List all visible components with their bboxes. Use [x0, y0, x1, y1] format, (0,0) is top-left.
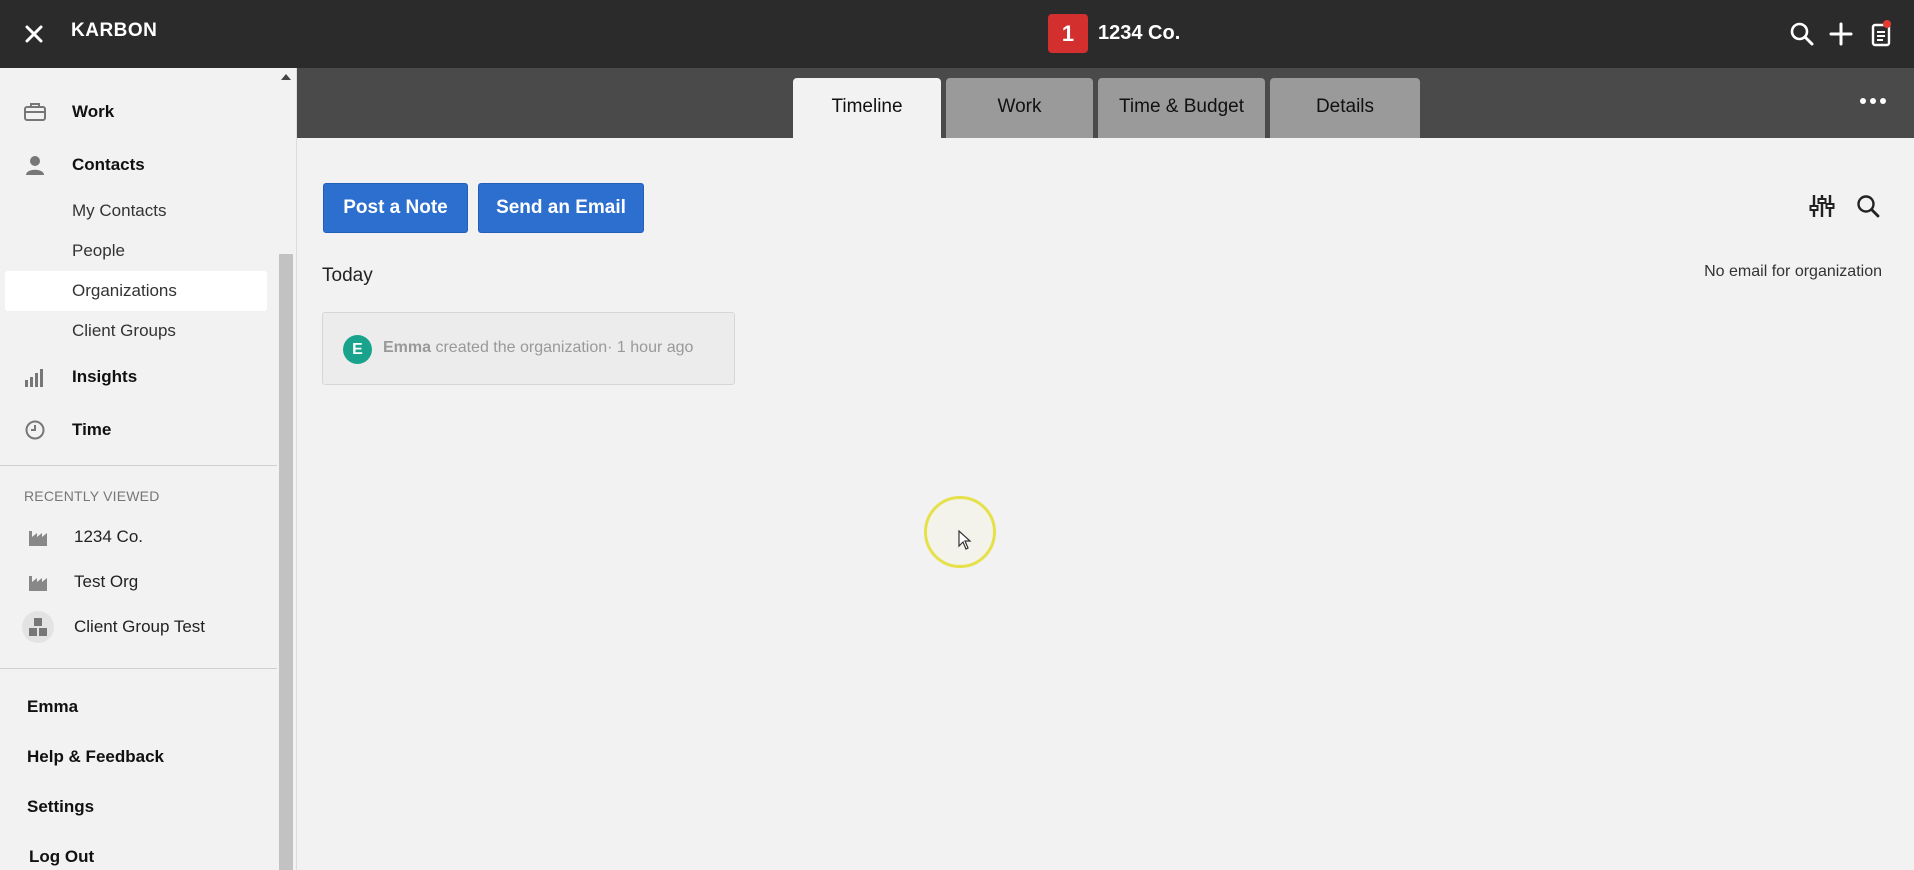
sidebar: Work Contacts My Contacts People Organiz…	[0, 68, 297, 870]
sidebar-item-work[interactable]: Work	[0, 92, 275, 132]
avatar: E	[343, 335, 372, 364]
search-icon[interactable]	[1788, 20, 1816, 48]
search-timeline-icon[interactable]	[1854, 192, 1882, 220]
timeline-entry-author[interactable]: Emma	[383, 339, 431, 356]
mouse-pointer-icon	[958, 530, 972, 550]
recent-item-label: Test Org	[74, 572, 139, 591]
sidebar-item-label: Work	[72, 102, 115, 121]
brand-logo[interactable]: KARBON	[71, 20, 157, 42]
user-menu-emma[interactable]: Emma	[27, 697, 78, 717]
recently-viewed-title: RECENTLY VIEWED	[24, 488, 160, 504]
tab-bar: Timeline Work Time & Budget Details	[297, 68, 1914, 138]
sidebar-item-people[interactable]: People	[5, 231, 267, 271]
sidebar-item-organizations[interactable]: Organizations	[5, 271, 267, 311]
sidebar-scrollbar-thumb[interactable]	[279, 254, 293, 870]
timeline-entry-time: · 1 hour ago	[607, 339, 694, 356]
no-email-notice: No email for organization	[1704, 263, 1882, 280]
tab-work[interactable]: Work	[946, 78, 1093, 138]
settings-link[interactable]: Settings	[27, 797, 94, 817]
clipboard-icon[interactable]	[1867, 20, 1895, 48]
sidebar-subitem-label: Client Groups	[72, 321, 176, 340]
recent-item-label: Client Group Test	[74, 617, 206, 636]
tab-time-budget[interactable]: Time & Budget	[1098, 78, 1265, 138]
org-badge: 1	[1048, 14, 1088, 53]
sidebar-subitem-label: Organizations	[72, 281, 177, 300]
timeline-entry-text: Emma created the organization· 1 hour ag…	[383, 339, 693, 357]
timeline-entry-action: created the organization	[431, 339, 608, 356]
briefcase-icon	[24, 103, 46, 121]
recent-item-label: 1234 Co.	[74, 527, 143, 546]
tab-details[interactable]: Details	[1270, 78, 1420, 138]
tab-timeline[interactable]: Timeline	[793, 78, 941, 138]
sidebar-divider	[0, 465, 277, 466]
sidebar-item-label: Time	[72, 420, 112, 439]
sidebar-item-label: Insights	[72, 367, 138, 386]
sidebar-item-contacts[interactable]: Contacts	[0, 145, 275, 185]
help-feedback-link[interactable]: Help & Feedback	[27, 747, 164, 767]
scroll-up-arrow-icon[interactable]	[281, 74, 291, 80]
sidebar-item-my-contacts[interactable]: My Contacts	[5, 191, 267, 231]
clock-icon	[25, 420, 45, 440]
recent-item[interactable]: Test Org	[0, 562, 275, 602]
sidebar-divider	[0, 668, 277, 669]
sidebar-item-time[interactable]: Time	[0, 410, 275, 450]
top-bar: KARBON 1 1234 Co.	[0, 0, 1914, 68]
sidebar-item-label: Contacts	[72, 155, 145, 174]
post-note-button[interactable]: Post a Note	[323, 183, 468, 233]
today-heading: Today	[322, 265, 373, 286]
send-email-button[interactable]: Send an Email	[478, 183, 644, 233]
client-group-icon	[22, 611, 54, 643]
recent-item[interactable]: 1234 Co.	[0, 517, 275, 557]
timeline-entry[interactable]: E Emma created the organization· 1 hour …	[322, 312, 735, 385]
bar-chart-icon	[25, 369, 43, 387]
filter-sliders-icon[interactable]	[1808, 192, 1836, 220]
plus-icon[interactable]	[1827, 20, 1855, 48]
sidebar-subitem-label: My Contacts	[72, 201, 167, 220]
factory-icon	[29, 531, 47, 546]
sidebar-item-insights[interactable]: Insights	[0, 357, 275, 397]
person-icon	[26, 156, 44, 175]
close-icon[interactable]	[22, 22, 46, 46]
org-title: 1234 Co.	[1098, 22, 1181, 44]
factory-icon	[29, 576, 47, 591]
more-options-icon[interactable]	[1860, 96, 1886, 106]
logout-link[interactable]: Log Out	[29, 847, 94, 867]
sidebar-item-client-groups[interactable]: Client Groups	[5, 311, 267, 351]
recent-item[interactable]: Client Group Test	[0, 607, 275, 647]
sidebar-subitem-label: People	[72, 241, 125, 260]
